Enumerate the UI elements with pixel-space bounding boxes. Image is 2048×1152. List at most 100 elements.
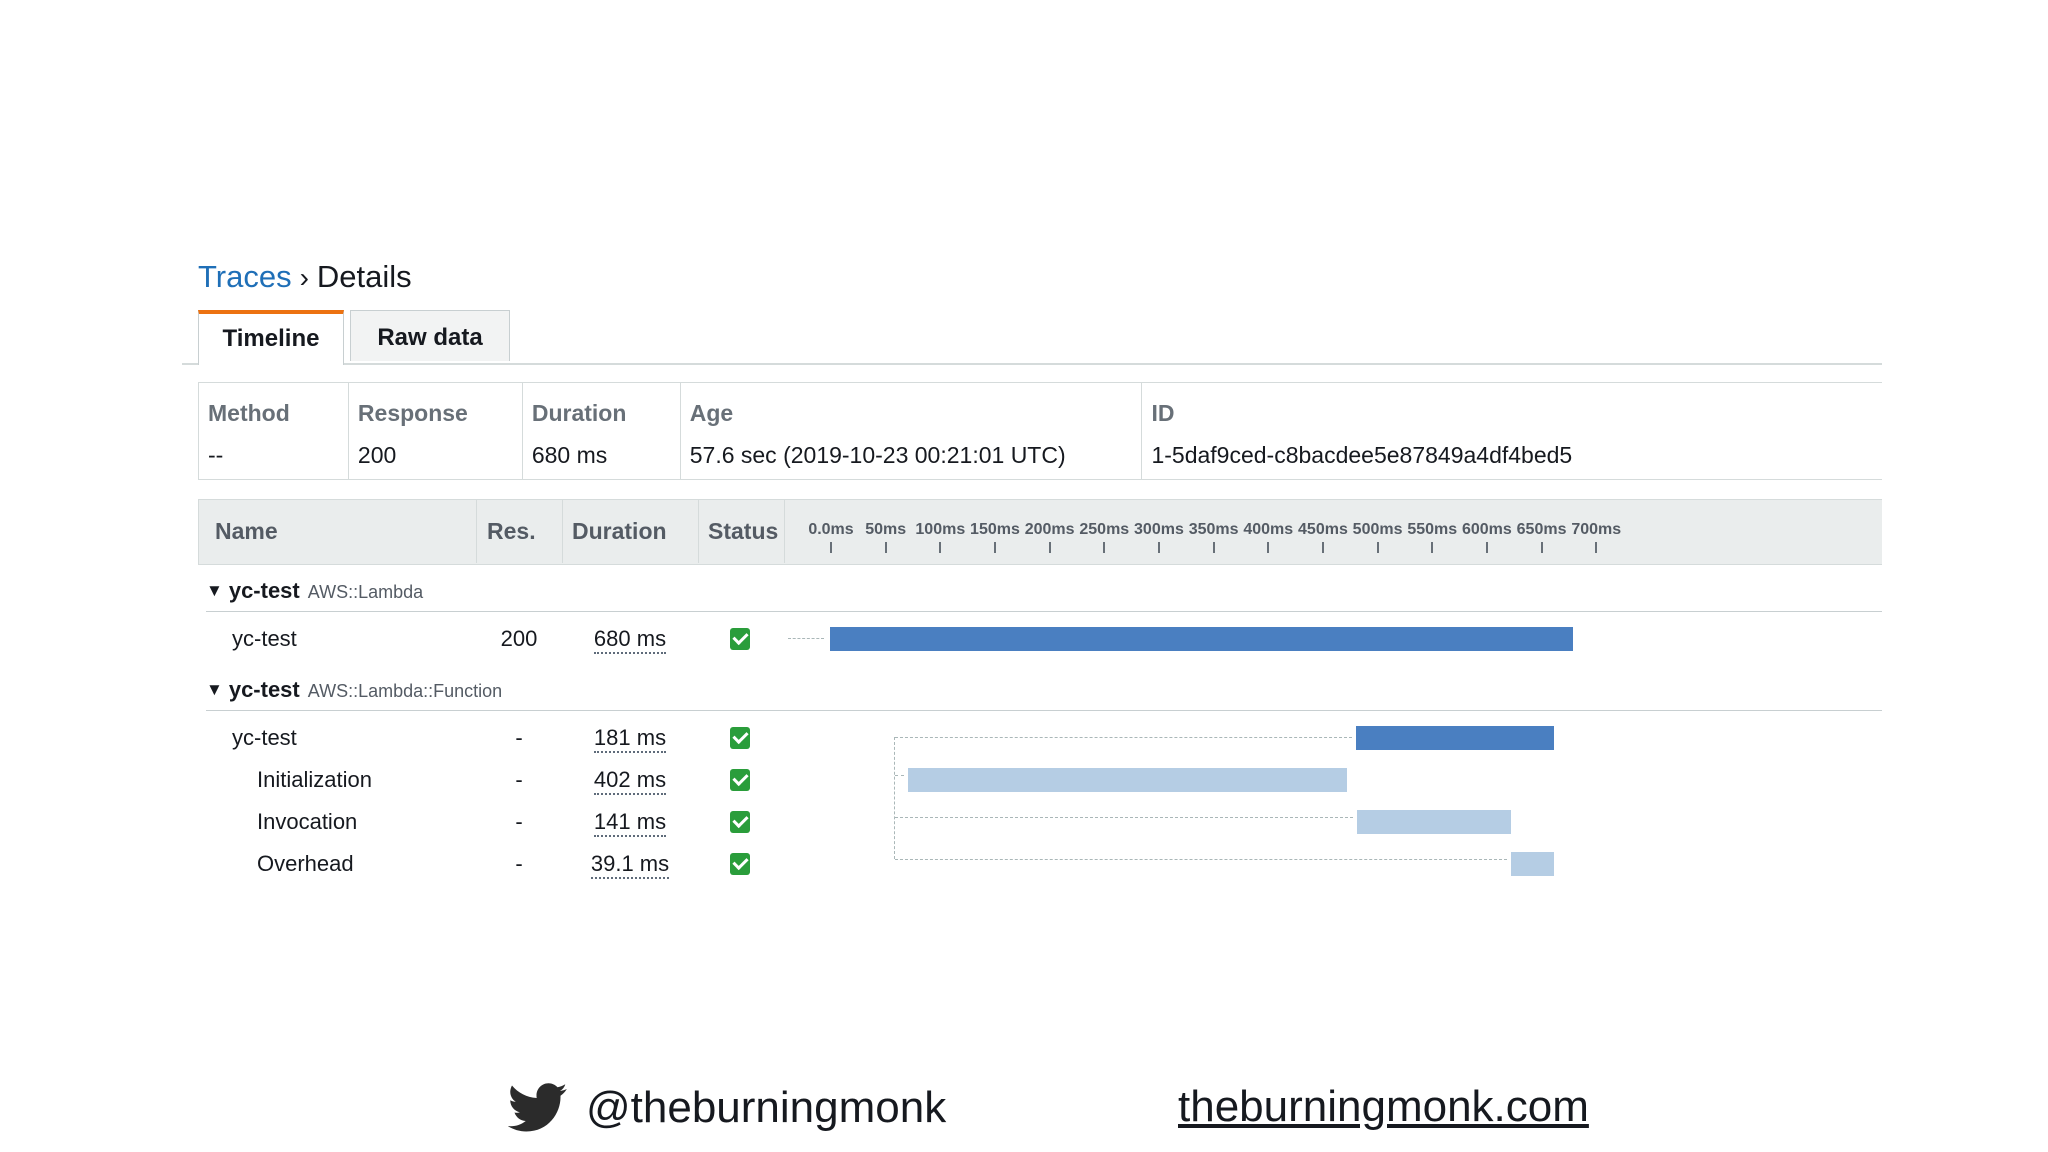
- trace-row[interactable]: Overhead - 39.1 ms: [198, 843, 1882, 885]
- twitter-handle: @theburningmonk: [586, 1083, 947, 1132]
- timeline-tick-mark: [993, 542, 996, 553]
- row-response: 200: [500, 626, 538, 651]
- row-status: [698, 618, 784, 660]
- timeline-bar[interactable]: [1511, 852, 1554, 876]
- summary-id-label: ID: [1151, 400, 1175, 426]
- tab-bar: Timeline Raw data: [182, 310, 1882, 365]
- summary-response-label: Response: [357, 400, 468, 426]
- timeline-tree-connector: [894, 737, 895, 859]
- summary-age: Age 57.6 sec (2019-10-23 00:21:01 UTC): [681, 383, 1143, 479]
- row-duration-cell: 141 ms: [562, 801, 698, 843]
- header-duration[interactable]: Duration: [563, 500, 699, 563]
- row-duration[interactable]: 141 ms: [593, 809, 667, 837]
- timeline-leader-line: [788, 638, 824, 639]
- timeline-tick-mark: [939, 542, 942, 553]
- timeline-tick-mark: [1485, 542, 1488, 553]
- row-duration[interactable]: 181 ms: [593, 725, 667, 753]
- timeline-bar[interactable]: [1356, 810, 1512, 834]
- trace-row[interactable]: yc-test 200 680 ms: [198, 618, 1882, 660]
- timeline-tick-mark: [1540, 542, 1543, 553]
- twitter-bird-icon: [508, 1083, 567, 1132]
- collapse-caret-icon[interactable]: ▼: [206, 670, 223, 710]
- timeline-tick-mark: [1048, 542, 1051, 553]
- timeline-axis: 0.0ms 50ms 100ms 150ms 200ms 250ms 300ms 350ms 4…: [785, 500, 1883, 563]
- trace-details-page: Traces › Details Timeline Raw data Method …: [0, 0, 2048, 1152]
- group-type: AWS::Lambda::Function: [307, 681, 503, 701]
- timeline-leader-line: [895, 737, 1352, 738]
- timeline-tick-mark: [1157, 542, 1160, 553]
- collapse-caret-icon[interactable]: ▼: [206, 571, 223, 611]
- summary-response: Response 200: [349, 383, 523, 479]
- row-status: [698, 759, 784, 801]
- group-name: yc-test: [228, 677, 300, 702]
- summary-id: ID 1-5daf9ced-c8bacdee5e87849a4df4bed5: [1142, 383, 1882, 479]
- segment-group: ▼ yc-test AWS::Lambda: [206, 571, 1882, 612]
- row-response: -: [515, 809, 523, 834]
- row-duration-cell: 181 ms: [562, 717, 698, 759]
- website-link[interactable]: theburningmonk.com: [1178, 1082, 1589, 1132]
- timeline-bar[interactable]: [830, 627, 1574, 651]
- row-response: -: [515, 767, 523, 792]
- row-duration[interactable]: 402 ms: [593, 767, 667, 795]
- row-duration-cell: 39.1 ms: [562, 843, 698, 885]
- row-name: yc-test: [232, 725, 297, 750]
- row-duration[interactable]: 680 ms: [593, 626, 667, 654]
- row-duration-cell: 680 ms: [562, 618, 698, 660]
- footer-twitter: @theburningmonk: [508, 1078, 946, 1138]
- timeline-bar[interactable]: [1355, 726, 1554, 750]
- summary-method: Method --: [199, 383, 349, 479]
- breadcrumb: Traces › Details: [198, 257, 412, 298]
- timeline-tick-mark: [1103, 542, 1106, 553]
- row-response: -: [515, 725, 523, 750]
- summary-age-label: Age: [689, 400, 734, 426]
- timeline-tick-mark: [1212, 542, 1215, 553]
- header-status[interactable]: Status: [699, 500, 785, 563]
- trace-table-header: Name Res. Duration Status 0.0ms 50ms 100ms…: [198, 499, 1882, 565]
- row-name: Overhead: [257, 851, 354, 876]
- status-ok-check-icon: [730, 769, 750, 791]
- timeline-bar[interactable]: [907, 768, 1348, 792]
- trace-timeline-table: Name Res. Duration Status 0.0ms 50ms 100ms…: [198, 499, 1882, 899]
- breadcrumb-separator: ›: [299, 262, 309, 293]
- row-status: [698, 843, 784, 885]
- summary-age-value: 57.6 sec (2019-10-23 00:21:01 UTC): [689, 442, 1066, 468]
- timeline-tick-mark: [1267, 542, 1270, 553]
- group-name: yc-test: [228, 578, 300, 603]
- summary-method-value: --: [208, 442, 224, 468]
- timeline-tick: 700ms: [1556, 500, 1636, 553]
- timeline-leader-line: [895, 859, 1508, 860]
- summary-method-label: Method: [208, 400, 290, 426]
- trace-row[interactable]: yc-test - 181 ms: [198, 717, 1882, 759]
- trace-row[interactable]: Invocation - 141 ms: [198, 801, 1882, 843]
- tab-raw-data[interactable]: Raw data: [350, 310, 510, 361]
- segment-group: ▼ yc-test AWS::Lambda::Function: [206, 670, 1882, 711]
- row-status: [698, 801, 784, 843]
- status-ok-check-icon: [730, 811, 750, 833]
- summary-duration-value: 680 ms: [531, 442, 608, 468]
- status-ok-check-icon: [730, 853, 750, 875]
- timeline-leader-line: [895, 775, 904, 776]
- summary-response-value: 200: [357, 442, 397, 468]
- tab-timeline[interactable]: Timeline: [198, 310, 344, 365]
- summary-duration-label: Duration: [531, 400, 627, 426]
- row-response: -: [515, 851, 523, 876]
- timeline-tick-mark: [1376, 542, 1379, 553]
- row-name: yc-test: [232, 626, 297, 651]
- timeline-tick-mark: [1595, 542, 1598, 553]
- row-status: [698, 717, 784, 759]
- breadcrumb-current: Details: [316, 259, 412, 294]
- header-name[interactable]: Name: [199, 500, 477, 563]
- trace-row[interactable]: Initialization - 402 ms: [198, 759, 1882, 801]
- row-duration-cell: 402 ms: [562, 759, 698, 801]
- summary-id-value: 1-5daf9ced-c8bacdee5e87849a4df4bed5: [1151, 442, 1573, 468]
- timeline-tick-label: 700ms: [1571, 521, 1622, 538]
- summary-duration: Duration 680 ms: [523, 383, 681, 479]
- row-name: Initialization: [257, 767, 372, 792]
- trace-summary: Method -- Response 200 Duration 680 ms A…: [198, 382, 1882, 480]
- timeline-tick-mark: [830, 542, 832, 553]
- timeline-tick-mark: [1431, 542, 1434, 553]
- status-ok-check-icon: [730, 727, 750, 749]
- header-res[interactable]: Res.: [477, 500, 563, 563]
- breadcrumb-traces-link[interactable]: Traces: [198, 259, 292, 294]
- row-duration[interactable]: 39.1 ms: [590, 851, 670, 879]
